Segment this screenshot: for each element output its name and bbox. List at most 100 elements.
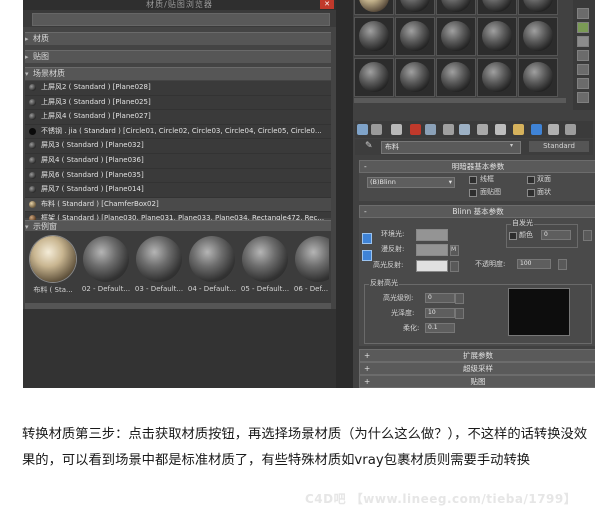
sample-type-icon[interactable] <box>577 8 589 19</box>
sample-slot[interactable]: 布料 ( Sta... <box>28 236 78 300</box>
editor-sample-slot[interactable] <box>395 58 435 97</box>
go-to-parent-icon[interactable] <box>531 124 542 135</box>
faceted-checkbox[interactable] <box>527 189 535 197</box>
two-sided-checkbox[interactable] <box>527 176 535 184</box>
sample-slot[interactable]: 03 - Default... <box>134 236 184 300</box>
editor-sample-slot[interactable] <box>395 17 435 56</box>
list-item[interactable]: 上屏风3 ( Standard ) [Plane025] <box>25 96 331 111</box>
rollout-shader-basic[interactable]: - 明暗器基本参数 <box>359 160 595 173</box>
material-sphere-icon <box>29 156 36 164</box>
editor-sample-slot[interactable] <box>518 17 558 56</box>
diffuse-color-swatch[interactable] <box>416 244 448 256</box>
specular-level-map-button[interactable] <box>455 293 464 304</box>
wire-checkbox[interactable] <box>469 176 477 184</box>
editor-sample-slot[interactable] <box>354 58 394 97</box>
slots-scrollbar[interactable] <box>354 98 566 103</box>
lock-icon[interactable] <box>362 233 372 244</box>
rollout-extended-parameters[interactable]: + 扩展参数 <box>359 349 595 362</box>
self-illum-spinner[interactable]: 0 <box>541 230 571 240</box>
ambient-color-swatch[interactable] <box>416 229 448 241</box>
editor-sample-slot[interactable] <box>436 0 476 15</box>
list-item[interactable]: 布料 ( Standard ) [ChamferBox02] <box>25 197 331 213</box>
self-illum-color-label: 颜色 <box>519 231 533 239</box>
glossiness-map-button[interactable] <box>455 308 464 319</box>
glossiness-spinner[interactable]: 10 <box>425 308 455 318</box>
list-item[interactable]: 上屏风2 ( Standard ) [Plane028] <box>25 81 331 96</box>
material-type-button[interactable]: Standard <box>529 141 589 152</box>
editor-sample-slot[interactable] <box>354 17 394 56</box>
sample-slot[interactable]: 06 - Def... <box>293 236 329 300</box>
search-input[interactable] <box>32 13 330 26</box>
shader-type-dropdown[interactable]: (B)Blinn ▾ <box>367 177 455 188</box>
make-unique-icon[interactable] <box>443 124 454 135</box>
self-illum-map-button[interactable] <box>583 230 592 241</box>
group-scene-materials[interactable]: ▾ 场景材质 <box>25 67 331 80</box>
editor-sample-slot[interactable] <box>518 0 558 15</box>
list-item[interactable]: 屏风7 ( Standard ) [Plane014] <box>25 183 331 198</box>
specular-level-spinner[interactable]: 0 <box>425 293 455 303</box>
make-preview-icon[interactable] <box>577 78 589 89</box>
background-icon[interactable] <box>577 36 589 47</box>
editor-sample-slot[interactable] <box>518 58 558 97</box>
put-to-library-icon[interactable] <box>459 124 470 135</box>
face-map-checkbox[interactable] <box>469 189 477 197</box>
show-map-icon[interactable] <box>495 124 506 135</box>
editor-sample-slot[interactable] <box>436 58 476 97</box>
eyedropper-icon[interactable]: ✎ <box>365 141 373 151</box>
show-end-result-icon[interactable] <box>513 124 524 135</box>
material-sphere-icon <box>29 142 36 150</box>
rollout-maps[interactable]: + 贴图 <box>359 375 595 388</box>
material-name-field[interactable]: 布料 <box>381 141 521 154</box>
specular-level-value: 0 <box>428 294 432 301</box>
put-to-scene-icon[interactable] <box>371 124 382 135</box>
list-item[interactable]: 屏风4 ( Standard ) [Plane036] <box>25 154 331 169</box>
lock-icon[interactable] <box>362 250 372 261</box>
make-copy-icon[interactable] <box>425 124 436 135</box>
uv-tiling-icon[interactable] <box>577 50 589 61</box>
group-materials[interactable]: ▸ 材质 <box>25 32 331 45</box>
reset-icon[interactable] <box>410 124 421 135</box>
material-sphere <box>30 236 76 282</box>
soften-value: 0.1 <box>428 324 438 331</box>
get-material-icon[interactable] <box>357 124 368 135</box>
rollout-blinn-basic[interactable]: - Blinn 基本参数 <box>359 205 595 218</box>
video-check-icon[interactable] <box>577 64 589 75</box>
expand-icon: + <box>364 351 371 360</box>
opacity-spinner[interactable]: 100 <box>517 259 551 269</box>
close-button[interactable]: ✕ <box>320 0 334 9</box>
sample-slot[interactable]: 04 - Default... <box>187 236 237 300</box>
editor-sample-slot[interactable] <box>436 17 476 56</box>
assign-to-selection-icon[interactable] <box>391 124 402 135</box>
specular-map-button[interactable] <box>450 261 459 272</box>
sample-slot-label: 02 - Default... <box>81 285 131 293</box>
sample-slot[interactable]: 05 - Default... <box>240 236 290 300</box>
editor-sample-slot[interactable] <box>354 0 394 15</box>
specular-label: 高光反射: <box>373 261 404 269</box>
self-illum-color-checkbox[interactable] <box>509 232 517 240</box>
material-sphere-icon <box>29 186 36 194</box>
options-icon[interactable] <box>577 92 589 103</box>
material-id-icon[interactable] <box>477 124 488 135</box>
editor-sample-slot[interactable] <box>477 58 517 97</box>
browser-title: 材质/贴图浏览器 <box>23 0 336 10</box>
editor-sample-slot[interactable] <box>477 0 517 15</box>
list-item[interactable]: 屏风6 ( Standard ) [Plane035] <box>25 169 331 184</box>
backlight-icon[interactable] <box>577 22 589 33</box>
editor-sample-slot[interactable] <box>395 0 435 15</box>
group-maps[interactable]: ▸ 贴图 <box>25 50 331 63</box>
editor-side-toolbar <box>573 0 595 110</box>
select-by-material-icon[interactable] <box>565 124 576 135</box>
editor-sample-slot[interactable] <box>477 17 517 56</box>
list-item[interactable]: 上屏风4 ( Standard ) [Plane027] <box>25 110 331 125</box>
rollout-supersampling[interactable]: + 超级采样 <box>359 362 595 375</box>
chevron-down-icon[interactable]: ▾ <box>510 142 513 149</box>
list-item[interactable]: 不锈钢 . jia ( Standard ) [Circle01, Circle… <box>25 125 331 140</box>
go-forward-icon[interactable] <box>548 124 559 135</box>
list-item-label: 屏风6 ( Standard ) [Plane035] <box>41 170 144 179</box>
sample-slot[interactable]: 02 - Default... <box>81 236 131 300</box>
opacity-map-button[interactable] <box>558 259 567 270</box>
list-item[interactable]: 屏风3 ( Standard ) [Plane032] <box>25 139 331 154</box>
specular-color-swatch[interactable] <box>416 260 448 272</box>
soften-spinner[interactable]: 0.1 <box>425 323 455 333</box>
material-sphere-icon <box>29 98 36 106</box>
